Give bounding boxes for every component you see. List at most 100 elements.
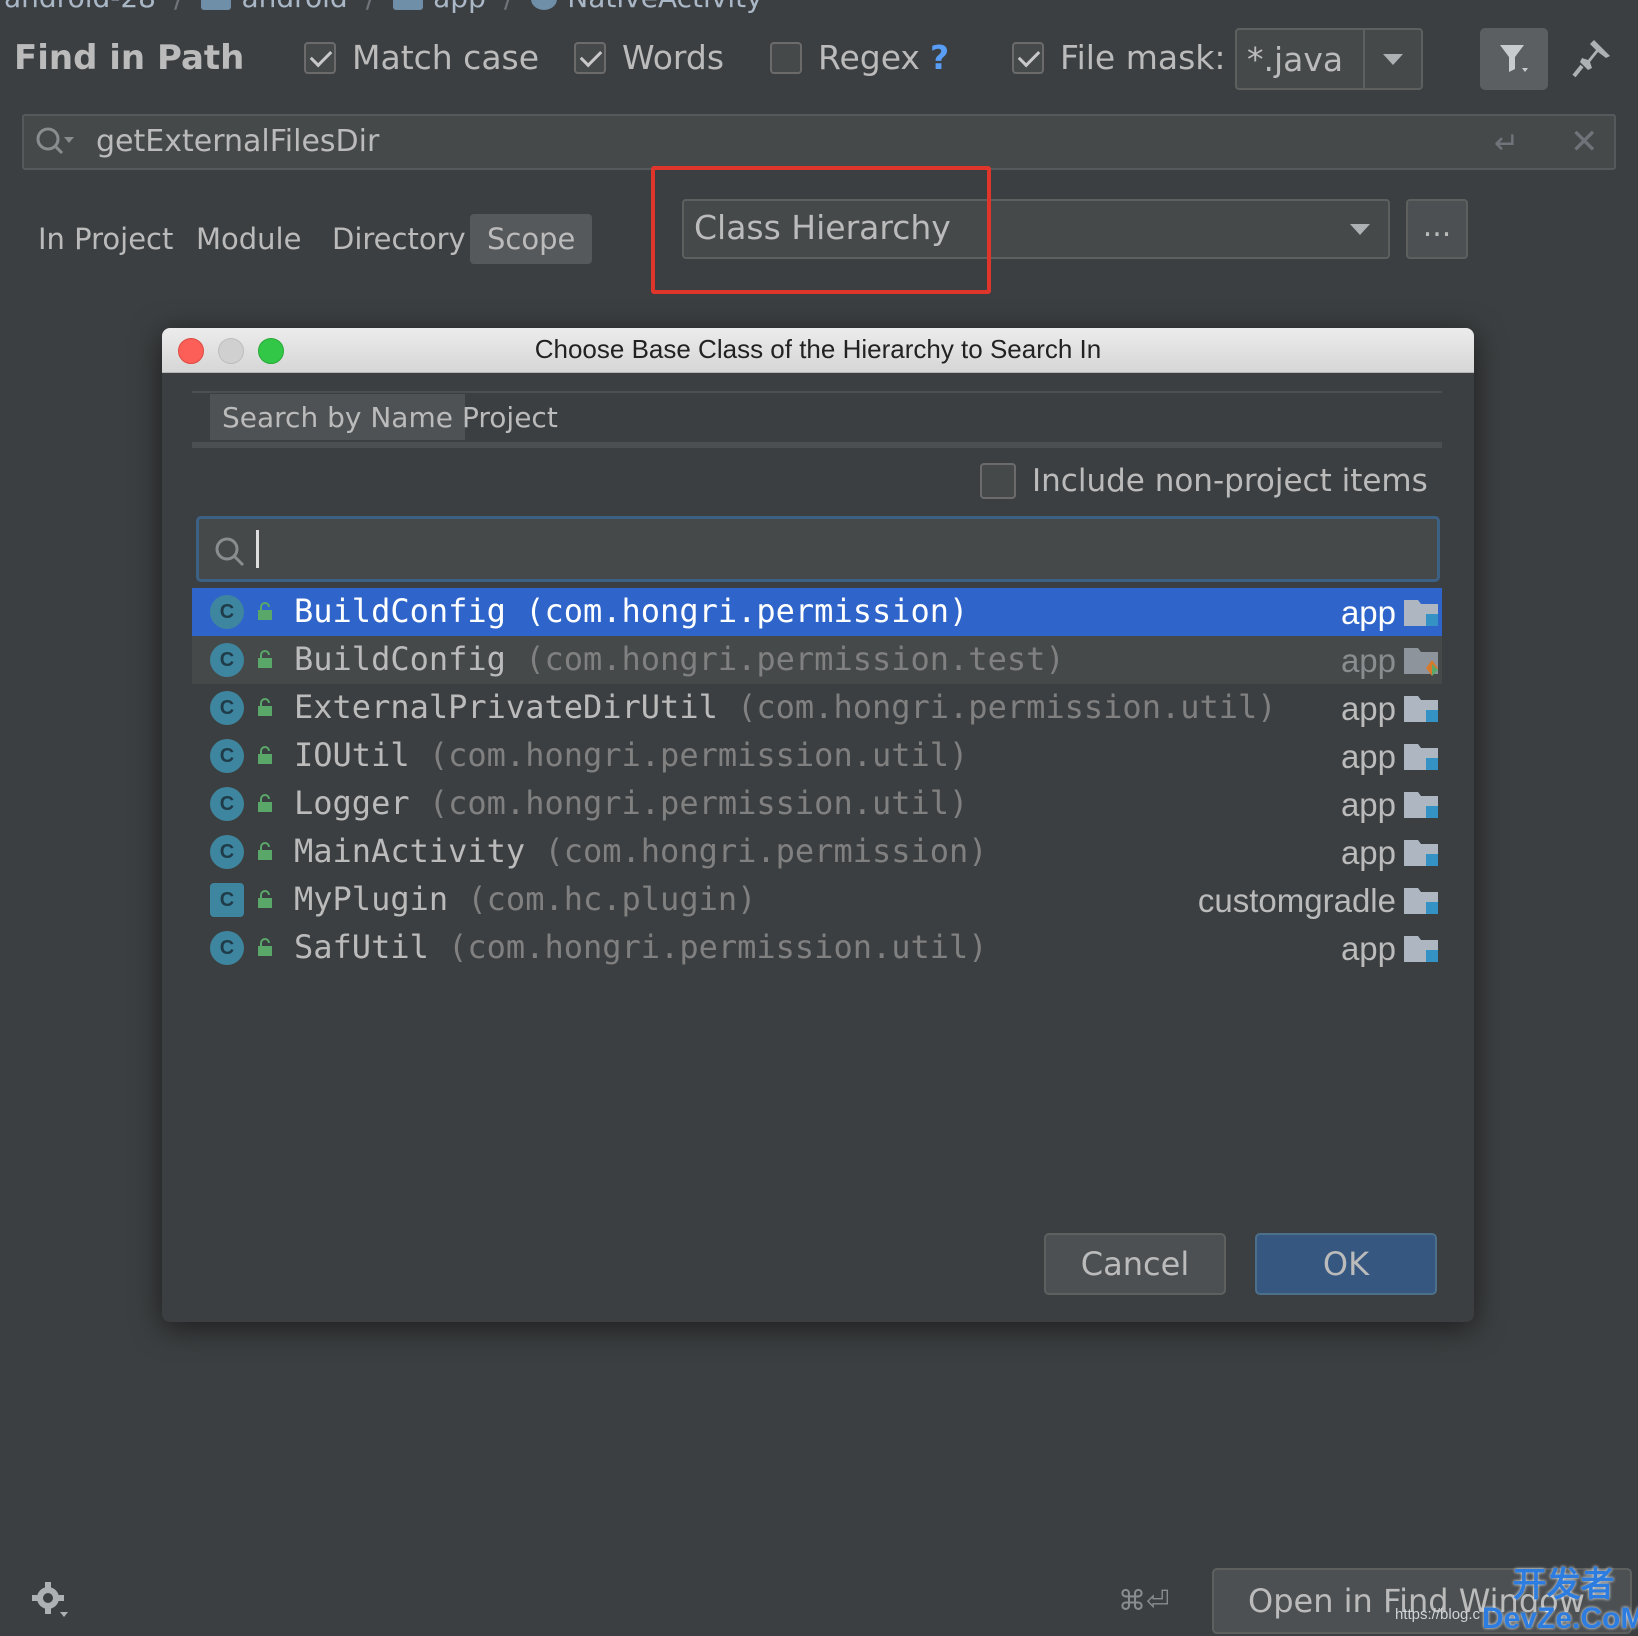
package-name: (com.hongri.permission.util) (428, 784, 969, 822)
class-name-text: MainActivity (com.hongri.permission) (294, 832, 988, 870)
cancel-button[interactable]: Cancel (1044, 1233, 1226, 1295)
lock-icon (258, 746, 272, 764)
filter-icon (1500, 45, 1528, 72)
lock-icon (258, 650, 272, 668)
chevron-down-icon[interactable] (1350, 224, 1370, 235)
breadcrumb-label: android (241, 0, 347, 14)
match-case-option[interactable]: Match case (304, 38, 539, 77)
lock-icon (258, 938, 272, 956)
list-item[interactable]: C BuildConfig (com.hongri.permission.tes… (192, 636, 1442, 684)
class-name-text: SafUtil (com.hongri.permission.util) (294, 928, 988, 966)
module-name: app (1340, 642, 1396, 679)
lock-icon (258, 842, 272, 860)
include-non-project-checkbox[interactable] (980, 463, 1016, 499)
class-name: SafUtil (294, 928, 429, 966)
shortcut-hint: ⌘⏎ (1118, 1584, 1170, 1617)
module-folder-icon (1404, 600, 1438, 626)
module-folder-icon (1404, 696, 1438, 722)
tab-in-project[interactable]: In Project (21, 214, 190, 264)
breadcrumb-separator: / (504, 0, 513, 14)
class-name: IOUtil (294, 736, 410, 774)
search-icon (215, 537, 245, 567)
module-name: app (1340, 690, 1396, 727)
include-non-project-label: Include non-project items (1032, 463, 1428, 499)
file-mask-combo[interactable]: *.java (1235, 28, 1423, 90)
module-folder-icon (1404, 840, 1438, 866)
lock-icon (258, 602, 272, 620)
highlight-annotation (651, 166, 991, 294)
class-icon (531, 0, 558, 10)
breadcrumb-separator: / (366, 0, 375, 14)
module-folder-icon (1404, 744, 1438, 770)
module-folder-icon (1404, 936, 1438, 962)
list-item[interactable]: C MyPlugin (com.hc.plugin) customgradle (192, 876, 1442, 924)
tab-module[interactable]: Module (179, 214, 318, 264)
lock-icon (258, 890, 272, 908)
match-case-checkbox[interactable] (304, 41, 336, 74)
module-name: app (1340, 786, 1396, 823)
lock-icon (258, 794, 272, 812)
breadcrumb-item[interactable]: app (393, 0, 486, 14)
tab-directory[interactable]: Directory (315, 214, 483, 264)
tab-project[interactable]: Project (450, 394, 570, 440)
file-mask-value[interactable]: *.java (1237, 30, 1365, 88)
tab-label: Directory (332, 222, 466, 256)
choose-base-class-dialog: Choose Base Class of the Hierarchy to Se… (162, 328, 1474, 1322)
list-item[interactable]: C Logger (com.hongri.permission.util) ap… (192, 780, 1442, 828)
list-item[interactable]: C IOUtil (com.hongri.permission.util) ap… (192, 732, 1442, 780)
match-case-label: Match case (352, 38, 540, 77)
regex-checkbox[interactable] (770, 41, 802, 74)
regex-label: Regex (818, 38, 920, 77)
include-non-project-option[interactable]: Include non-project items (980, 463, 1428, 499)
newline-icon[interactable]: ↵ (1494, 126, 1519, 161)
pin-button[interactable] (1570, 36, 1614, 80)
class-list: C BuildConfig (com.hongri.permission) ap… (192, 588, 1442, 972)
search-history-icon[interactable] (34, 125, 76, 159)
tab-label: In Project (38, 222, 174, 256)
breadcrumb-separator: / (174, 0, 183, 14)
words-checkbox[interactable] (574, 41, 606, 74)
list-item[interactable]: C SafUtil (com.hongri.permission.util) a… (192, 924, 1442, 972)
class-name-text: ExternalPrivateDirUtil (com.hongri.permi… (294, 688, 1277, 726)
breadcrumb-label: NativeActivity (567, 0, 762, 14)
module-name: app (1340, 834, 1396, 871)
class-search-input[interactable] (196, 516, 1440, 582)
test-folder-icon (1404, 648, 1438, 676)
lock-icon (258, 698, 272, 716)
breadcrumb-item[interactable]: android-28 (4, 0, 156, 14)
watermark-brand-top: 开发者 (1512, 1566, 1615, 1604)
class-icon: C (210, 643, 244, 677)
watermark-logo: 开发者 DevZe.CoM (1482, 1568, 1638, 1636)
file-mask-option[interactable]: File mask: (1012, 38, 1226, 77)
search-query[interactable]: getExternalFilesDir (96, 124, 379, 159)
list-item[interactable]: C ExternalPrivateDirUtil (com.hongri.per… (192, 684, 1442, 732)
tab-search-by-name[interactable]: Search by Name (210, 394, 465, 440)
breadcrumb-item[interactable]: android (201, 0, 348, 14)
package-name: (com.hongri.permission) (544, 832, 988, 870)
words-option[interactable]: Words (574, 38, 724, 77)
list-item[interactable]: C BuildConfig (com.hongri.permission) ap… (192, 588, 1442, 636)
help-icon[interactable]: ? (930, 38, 949, 77)
breadcrumb-label: app (433, 0, 486, 14)
breadcrumb-item[interactable]: NativeActivity (531, 0, 763, 14)
file-mask-checkbox[interactable] (1012, 41, 1044, 74)
package-name: (com.hc.plugin) (467, 880, 757, 918)
module-name: customgradle (1197, 882, 1396, 919)
class-name-text: MyPlugin (com.hc.plugin) (294, 880, 756, 918)
filter-button[interactable] (1480, 28, 1548, 90)
chevron-down-icon[interactable] (1365, 30, 1421, 88)
scope-more-button[interactable]: ... (1406, 199, 1468, 259)
class-icon: C (210, 835, 244, 869)
gear-icon[interactable] (30, 1580, 70, 1620)
regex-option[interactable]: Regex ? (770, 38, 949, 77)
folder-icon (393, 0, 424, 10)
module-name: app (1340, 930, 1396, 967)
class-icon: C (210, 883, 244, 917)
ok-button[interactable]: OK (1255, 1233, 1437, 1295)
class-name: MyPlugin (294, 880, 449, 918)
clear-icon[interactable]: ✕ (1570, 122, 1599, 162)
watermark-url: https://blog.c (1395, 1606, 1481, 1623)
class-icon: C (210, 739, 244, 773)
list-item[interactable]: C MainActivity (com.hongri.permission) a… (192, 828, 1442, 876)
tab-scope[interactable]: Scope (470, 214, 593, 264)
